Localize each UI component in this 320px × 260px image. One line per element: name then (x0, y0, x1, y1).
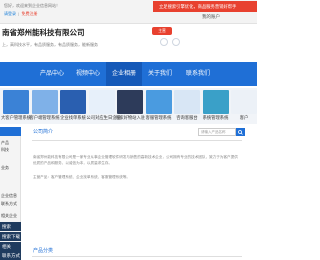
main-nav: 产品中心 视频中心 企业相册 关于我们 联系我们 (0, 62, 257, 86)
nav-home[interactable] (0, 62, 34, 86)
search-button[interactable] (236, 128, 245, 136)
sidebar-item[interactable]: 企业信息 (1, 193, 17, 199)
welcome-text: 您好，欢迎来到企业信息网站！ (4, 3, 60, 8)
sidebar-dark-item[interactable]: 搜索下载 (0, 232, 21, 241)
main-business-button[interactable]: 主营 (152, 27, 172, 35)
nav-about[interactable]: 关于我们 (142, 62, 178, 86)
register-link[interactable]: 免费注册 (22, 11, 38, 16)
nav-contact[interactable]: 联系我们 (178, 62, 218, 86)
nav-videos[interactable]: 视频中心 (70, 62, 106, 86)
sidebar-item[interactable]: 联系方式 (1, 201, 17, 207)
sidebar-item[interactable]: 相关企业 (1, 213, 17, 219)
product-label[interactable]: 客服管理系统 (144, 115, 174, 121)
sidebar-item[interactable]: 产品 (1, 140, 9, 146)
promo-banner[interactable]: 立足搜索引擎优化，商品服务营销好帮手 (153, 1, 257, 12)
sidebar-dark-item[interactable]: 相关 (0, 242, 21, 251)
search-icon (238, 129, 243, 135)
product-image[interactable] (174, 90, 200, 114)
top-bar: 您好，欢迎来到企业信息网站！ 请登录 | 免费注册 立足搜索引擎优化，商品服务营… (0, 0, 257, 24)
product-label[interactable]: 咨询客服台 (172, 115, 202, 121)
login-link[interactable]: 请登录 (4, 11, 16, 16)
product-image[interactable] (231, 90, 257, 114)
product-image[interactable] (31, 90, 58, 114)
about-text-2: 主营产品：客户管理系统、企业找单系统、客服管理系统等。 (33, 175, 131, 179)
product-label[interactable]: 客户 (229, 115, 259, 121)
account-links: 请登录 | 免费注册 (4, 11, 38, 16)
product-image[interactable] (3, 90, 29, 114)
product-image[interactable] (117, 90, 143, 114)
product-label[interactable]: 公司对应生日企业 (87, 115, 121, 121)
product-label[interactable]: 企业找单系统 (58, 115, 88, 121)
share-icon[interactable] (160, 38, 168, 46)
company-name: 南省郑州能科技有限公司 (2, 28, 85, 37)
product-label[interactable]: 大客户管理系统 (1, 115, 31, 121)
about-text: 南省郑州能科技有限公司是一家专业从事企业管理软件研发与销售的高新技术企业，公司拥… (33, 155, 238, 166)
qr-code-icon[interactable] (172, 38, 180, 46)
product-image[interactable] (145, 90, 172, 114)
section-divider (32, 140, 242, 141)
sidebar-item[interactable]: 科技 (1, 147, 9, 153)
sidebar-dark-item[interactable]: 搜索 (0, 222, 21, 231)
product-image[interactable] (60, 90, 86, 114)
product-label[interactable]: 客户端管理系统 (30, 115, 60, 121)
sidebar-item[interactable]: 业务 (1, 165, 9, 171)
product-image[interactable] (202, 90, 229, 114)
nav-album[interactable]: 企业相册 (106, 62, 142, 86)
my-account-link[interactable]: 我的账户 (202, 14, 220, 20)
sidebar-header (0, 127, 21, 136)
sidebar-dark-item[interactable]: 联系方式 (0, 251, 21, 260)
company-intro: 上，高科技水平，有品质服务，有品质服务，能新服务 (2, 42, 98, 47)
about-title: 公司简介 (33, 129, 54, 135)
section-divider (32, 256, 242, 257)
product-label[interactable]: 系统管理系统 (201, 115, 231, 121)
product-image[interactable] (88, 90, 115, 114)
products-title: 产品分类 (33, 248, 54, 254)
product-label[interactable]: 商家好物站入驻 (115, 115, 145, 121)
nav-products[interactable]: 产品中心 (34, 62, 70, 86)
search-input[interactable]: 请输入产品名称 (198, 128, 236, 136)
